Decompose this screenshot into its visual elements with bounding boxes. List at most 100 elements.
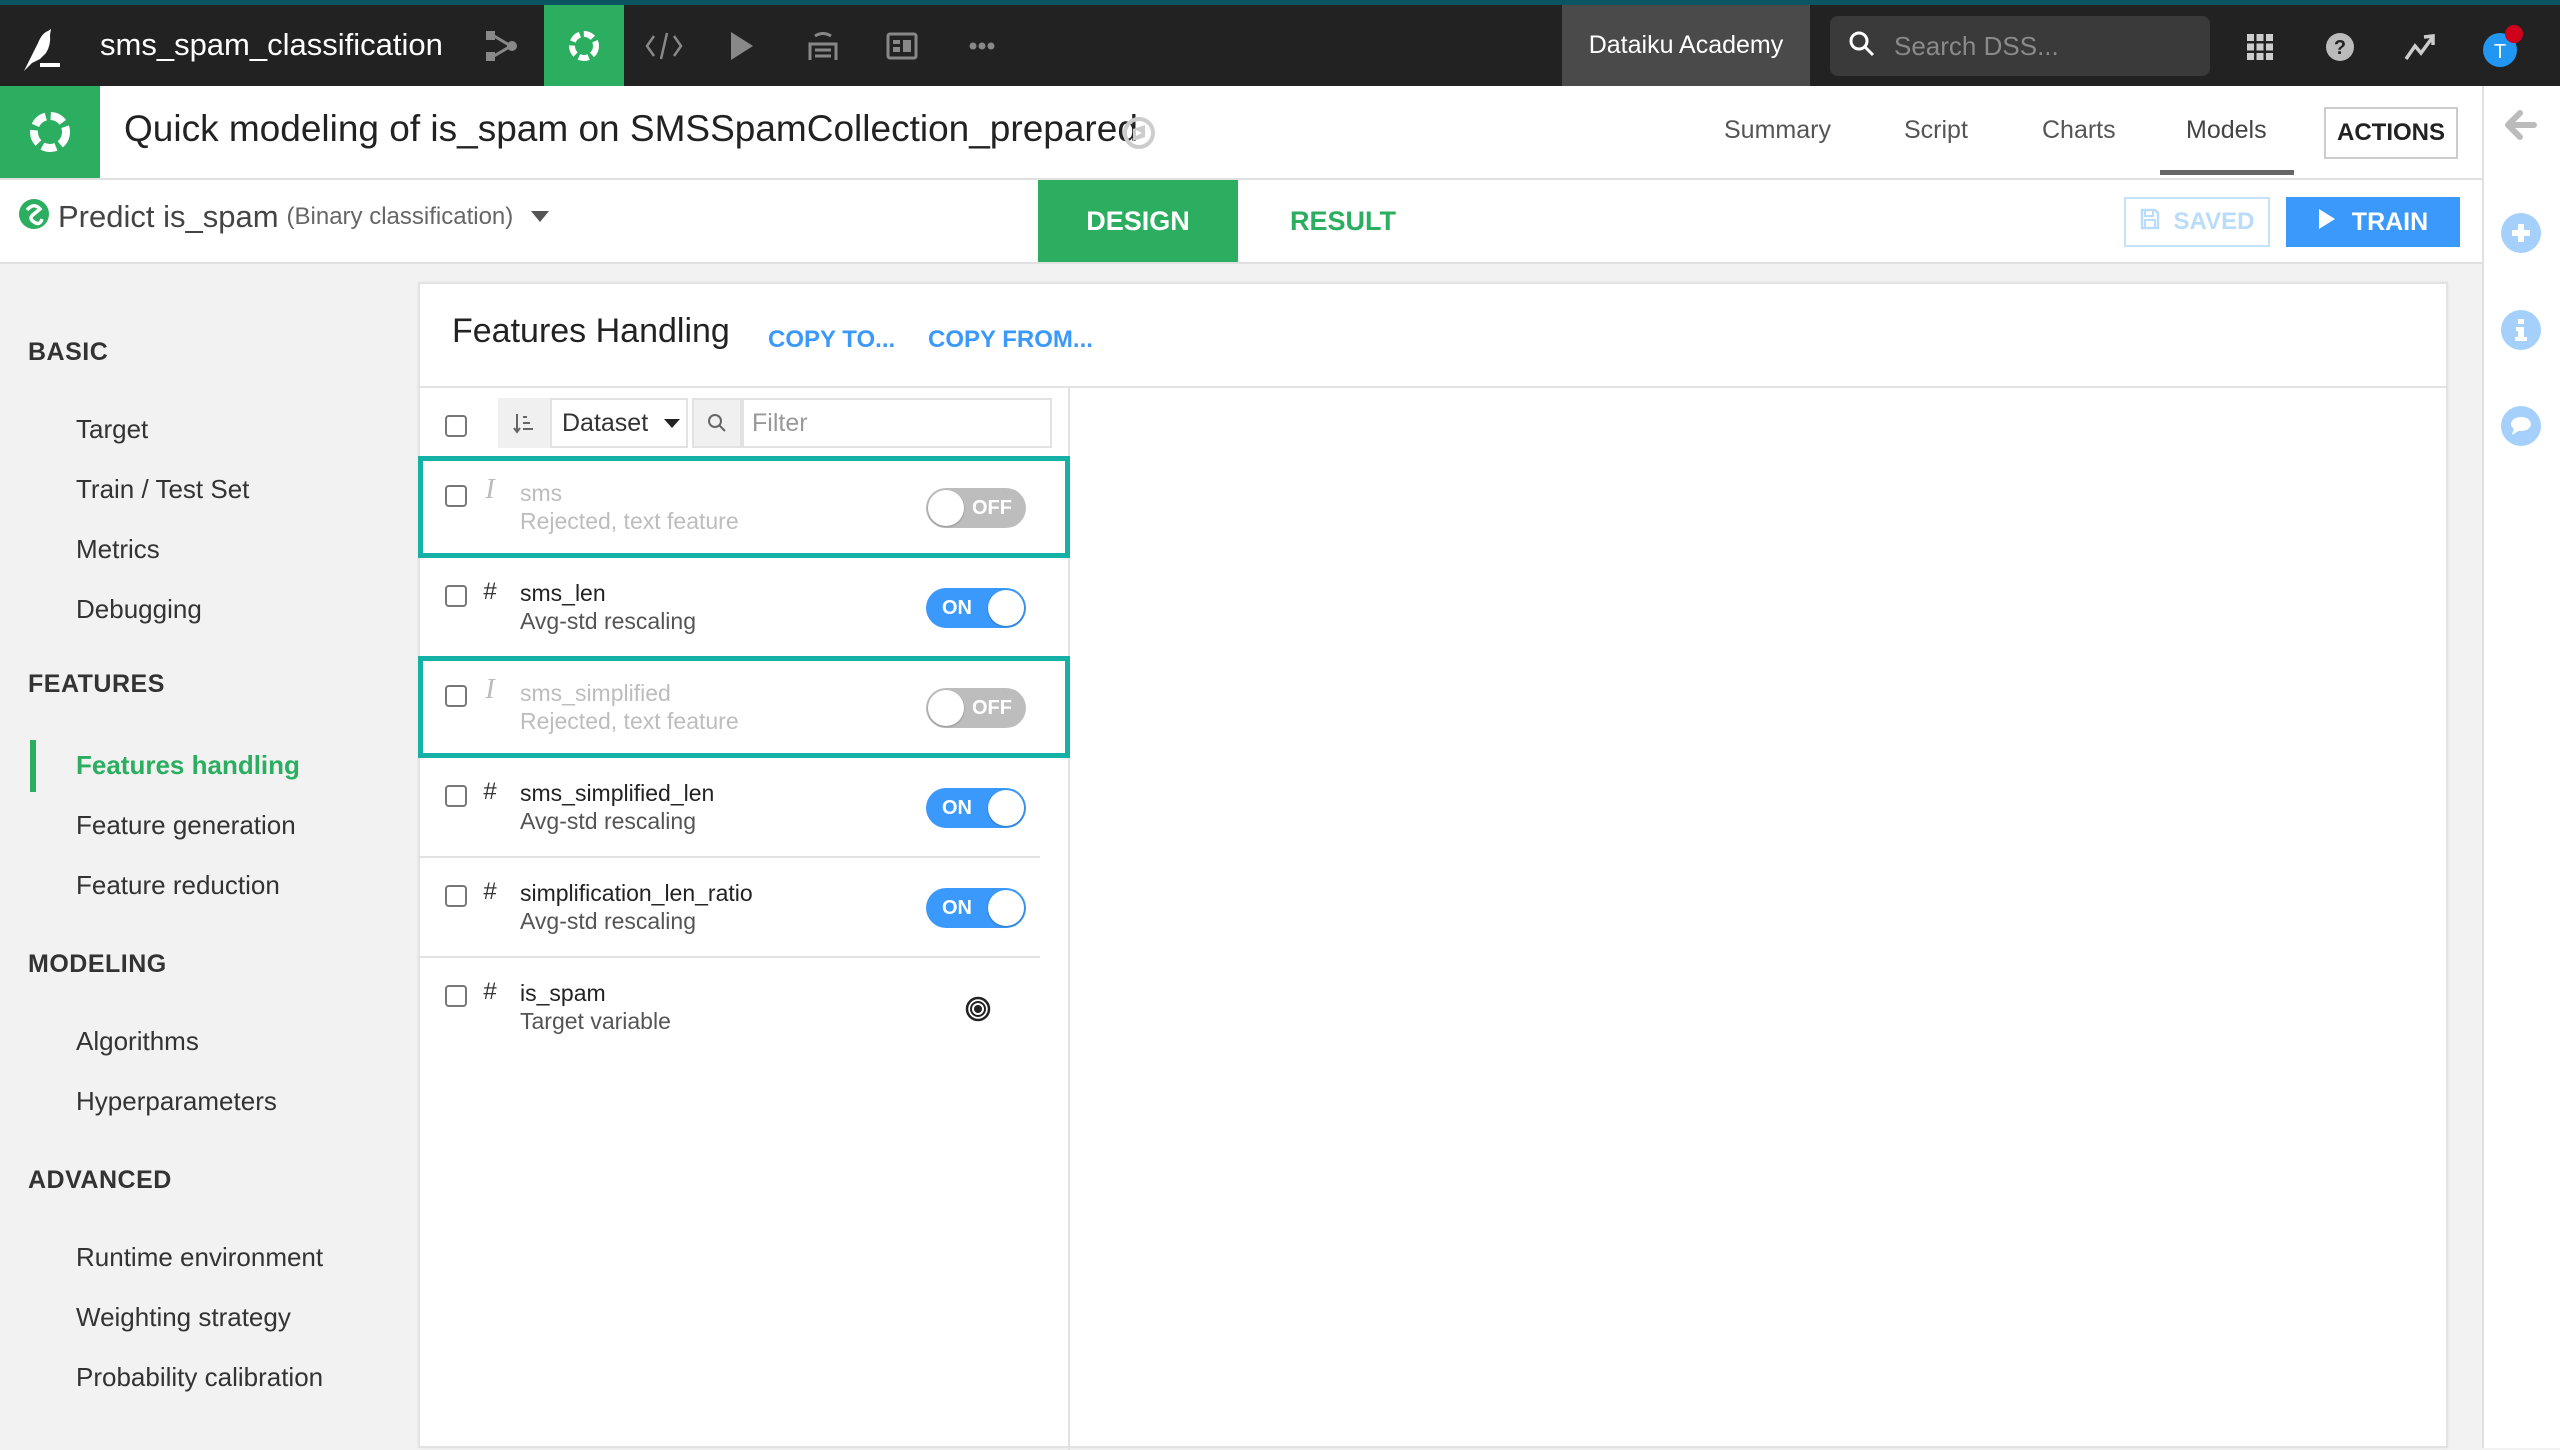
tab-models[interactable]: Models xyxy=(2186,116,2267,145)
tab-summary[interactable]: Summary xyxy=(1724,116,1831,145)
copy-from-button[interactable]: COPY FROM... xyxy=(928,326,1093,354)
active-item-indicator xyxy=(30,740,36,792)
feature-handling: Avg-std rescaling xyxy=(520,608,696,634)
sidebar-item-target[interactable]: Target xyxy=(76,414,148,445)
saved-label: SAVED xyxy=(2173,208,2255,235)
feature-row[interactable]: # sms_len Avg-std rescaling ON xyxy=(420,558,1040,658)
sort-by-value: Dataset xyxy=(562,408,649,437)
sidebar-item-weighting-strategy[interactable]: Weighting strategy xyxy=(76,1302,291,1333)
code-icon[interactable] xyxy=(624,5,704,86)
feature-checkbox[interactable] xyxy=(445,485,467,507)
feature-checkbox[interactable] xyxy=(445,785,467,807)
feature-checkbox[interactable] xyxy=(445,585,467,607)
toggle-knob xyxy=(988,590,1024,626)
select-all-checkbox[interactable] xyxy=(445,415,467,437)
tab-design[interactable]: DESIGN xyxy=(1038,180,1238,262)
sidebar-item-debugging[interactable]: Debugging xyxy=(76,594,202,625)
feature-handling: Rejected, text feature xyxy=(520,508,739,534)
sidebar-item-metrics[interactable]: Metrics xyxy=(76,534,160,565)
sidebar-item-features-handling[interactable]: Features handling xyxy=(76,750,300,781)
feature-row[interactable]: I sms_simplified Rejected, text feature … xyxy=(420,658,1040,758)
sidebar-item-feature-reduction[interactable]: Feature reduction xyxy=(76,870,280,901)
toggle-label: ON xyxy=(942,596,972,619)
section-advanced: ADVANCED xyxy=(28,1166,172,1194)
feature-checkbox[interactable] xyxy=(445,685,467,707)
search-input[interactable] xyxy=(1894,30,2184,62)
tab-charts[interactable]: Charts xyxy=(2042,116,2116,145)
feature-toggle[interactable]: ON xyxy=(926,788,1026,828)
help-icon[interactable]: ? xyxy=(2318,25,2362,69)
filter-input[interactable] xyxy=(742,398,1052,448)
toggle-knob xyxy=(988,890,1024,926)
active-tab-indicator xyxy=(2160,170,2294,175)
chevron-down-icon xyxy=(664,418,681,428)
feature-toggle[interactable]: ON xyxy=(926,588,1026,628)
flow-icon[interactable] xyxy=(462,5,542,86)
copy-to-button[interactable]: COPY TO... xyxy=(768,326,895,354)
compass-icon[interactable] xyxy=(1122,116,1156,155)
target-variable-icon xyxy=(965,996,991,1027)
sidebar-item-algorithms[interactable]: Algorithms xyxy=(76,1026,199,1057)
sidebar-item-feature-generation[interactable]: Feature generation xyxy=(76,810,296,841)
project-name[interactable]: sms_spam_classification xyxy=(100,27,443,63)
tab-script[interactable]: Script xyxy=(1904,116,1968,145)
feature-name: sms xyxy=(520,480,563,506)
dashboard-icon[interactable] xyxy=(862,5,942,86)
sidebar-item-probability-calibration[interactable]: Probability calibration xyxy=(76,1362,323,1393)
ml-lab-icon[interactable] xyxy=(544,5,624,86)
feature-name: sms_len xyxy=(520,580,606,606)
discussion-bubble-icon[interactable] xyxy=(2501,406,2541,446)
feature-toggle[interactable]: OFF xyxy=(926,688,1026,728)
more-icon[interactable] xyxy=(942,5,1022,86)
academy-instance-label[interactable]: Dataiku Academy xyxy=(1562,5,1810,86)
activity-trend-icon[interactable] xyxy=(2398,25,2442,69)
sort-by-select[interactable]: Dataset xyxy=(550,398,688,448)
play-icon xyxy=(2318,208,2336,237)
page-title: Quick modeling of is_spam on SMSSpamColl… xyxy=(124,108,1138,149)
apps-grid-icon[interactable] xyxy=(2238,25,2282,69)
feature-toggle[interactable]: OFF xyxy=(926,488,1026,528)
feature-list-toolbar: Dataset xyxy=(420,388,1070,458)
datasets-stack-icon[interactable] xyxy=(783,5,863,86)
actions-button[interactable]: ACTIONS xyxy=(2324,107,2458,159)
section-modeling: MODELING xyxy=(28,950,167,978)
ml-analysis-icon xyxy=(0,86,100,178)
tab-result[interactable]: RESULT xyxy=(1238,180,1448,262)
panel-title: Features Handling xyxy=(452,312,730,350)
feature-row[interactable]: # is_spam Target variable xyxy=(420,958,1040,1058)
user-avatar[interactable]: T xyxy=(2478,22,2528,72)
user-initial: T xyxy=(2494,41,2506,63)
sidebar-item-train-test-set[interactable]: Train / Test Set xyxy=(76,474,249,505)
global-search[interactable] xyxy=(1830,16,2210,76)
sidebar-item-runtime-environment[interactable]: Runtime environment xyxy=(76,1242,323,1273)
sort-icon[interactable] xyxy=(498,398,550,448)
feature-checkbox[interactable] xyxy=(445,885,467,907)
toggle-knob xyxy=(988,790,1024,826)
feature-name: sms_simplified xyxy=(520,680,671,706)
floppy-disk-icon xyxy=(2140,208,2160,237)
back-arrow-icon[interactable] xyxy=(2504,110,2538,145)
add-plus-icon[interactable] xyxy=(2501,213,2541,253)
feature-name: simplification_len_ratio xyxy=(520,880,753,906)
task-selector[interactable]: Predict is_spam (Binary classification) xyxy=(18,198,550,235)
feature-name: is_spam xyxy=(520,980,606,1006)
prediction-task-icon xyxy=(18,198,50,235)
toggle-label: OFF xyxy=(972,696,1012,719)
info-icon[interactable] xyxy=(2501,310,2541,350)
train-label: TRAIN xyxy=(2351,207,2429,236)
sidebar-item-hyperparameters[interactable]: Hyperparameters xyxy=(76,1086,277,1117)
train-button[interactable]: TRAIN xyxy=(2286,197,2460,247)
run-icon[interactable] xyxy=(702,5,782,86)
dataiku-bird-logo-icon[interactable] xyxy=(18,25,68,75)
feature-checkbox[interactable] xyxy=(445,985,467,1007)
feature-handling: Rejected, text feature xyxy=(520,708,739,734)
feature-toggle[interactable]: ON xyxy=(926,888,1026,928)
feature-row[interactable]: I sms Rejected, text feature OFF xyxy=(420,458,1040,558)
saved-button[interactable]: SAVED xyxy=(2124,197,2270,247)
feature-row[interactable]: # simplification_len_ratio Avg-std resca… xyxy=(420,858,1040,958)
filter-search-icon xyxy=(692,398,742,448)
feature-row[interactable]: # sms_simplified_len Avg-std rescaling O… xyxy=(420,758,1040,858)
prediction-type: (Binary classification) xyxy=(286,202,514,230)
toggle-knob xyxy=(928,690,964,726)
chevron-down-icon[interactable] xyxy=(531,211,550,222)
